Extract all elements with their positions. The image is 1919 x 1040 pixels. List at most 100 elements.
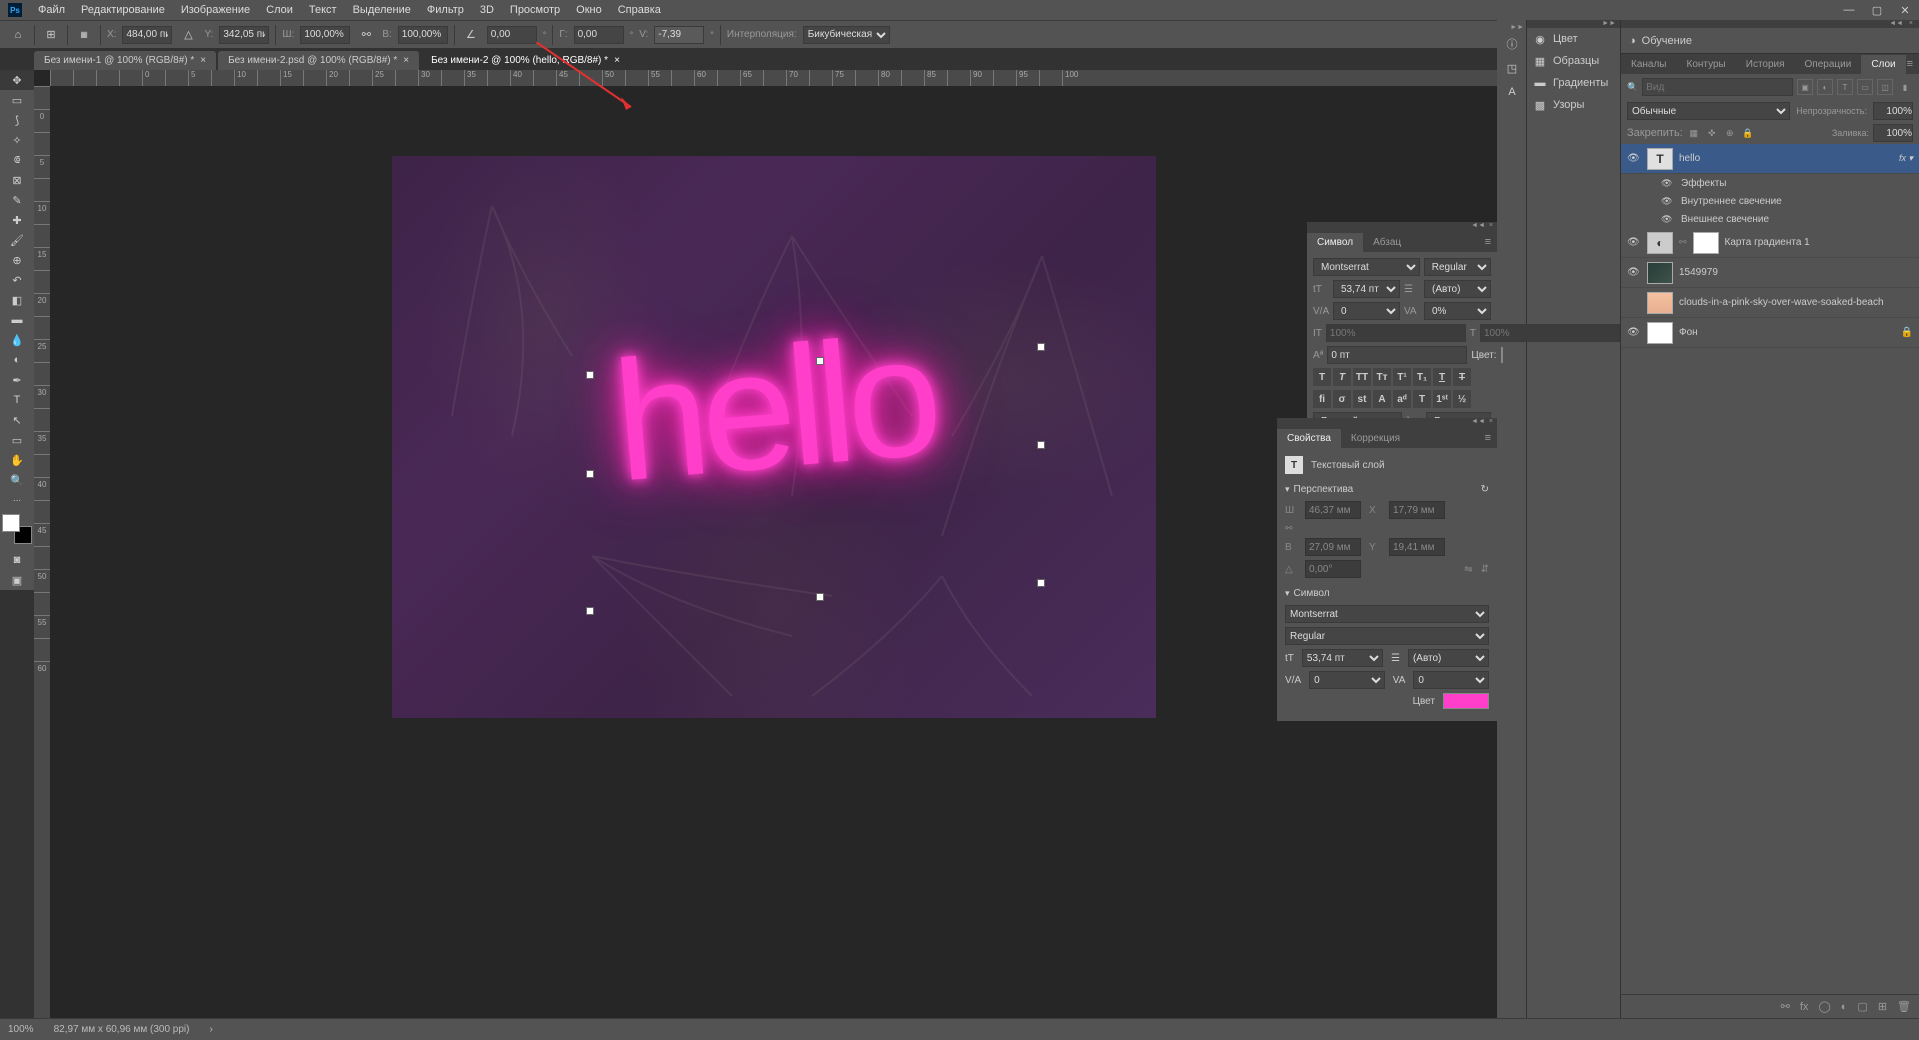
font-family-select[interactable]: Montserrat [1313, 258, 1420, 276]
lock-all-icon[interactable]: 🔒 [1741, 126, 1755, 140]
titling-button[interactable]: A [1373, 390, 1391, 408]
adjustment-layer-icon[interactable]: ◐ [1841, 1001, 1848, 1013]
doc-tab-2[interactable]: Без имени-2.psd @ 100% (RGB/8#) *× [218, 51, 419, 70]
strikethrough-button[interactable]: T [1453, 368, 1471, 386]
filter-toggle-icon[interactable]: ▮ [1897, 79, 1913, 95]
prop-size-input[interactable]: 53,74 пт [1302, 649, 1383, 667]
panel-menu-icon[interactable]: ≡ [1485, 432, 1497, 444]
document-dimensions[interactable]: 82,97 мм x 60,96 мм (300 ppi) [54, 1024, 190, 1035]
link-icon[interactable]: ⚯ [356, 25, 376, 45]
tab-actions[interactable]: Операции [1795, 55, 1862, 74]
layer-row[interactable]: 👁 T hello fx ▾ [1621, 144, 1919, 174]
transform-section-header[interactable]: ▾Перспектива ↻ [1285, 484, 1489, 495]
hand-tool[interactable]: ✋ [0, 450, 34, 470]
hskew-input[interactable] [574, 26, 624, 44]
link-layers-icon[interactable]: ⚯ [1781, 1000, 1790, 1013]
layer-effect-item[interactable]: 👁 Внутреннее свечение [1621, 192, 1919, 210]
layer-row[interactable]: clouds-in-a-pink-sky-over-wave-soaked-be… [1621, 288, 1919, 318]
prop-h-input[interactable] [1305, 538, 1361, 556]
dodge-tool[interactable]: ◐ [0, 350, 34, 370]
menu-3d[interactable]: 3D [472, 1, 502, 19]
learn-panel-button[interactable]: ◑ Обучение [1621, 28, 1919, 54]
layer-thumbnail[interactable] [1647, 262, 1673, 284]
underline-button[interactable]: T [1433, 368, 1451, 386]
filter-adjust-icon[interactable]: ◐ [1817, 79, 1833, 95]
history-brush-tool[interactable]: ↶ [0, 270, 34, 290]
italic-button[interactable]: T [1333, 368, 1351, 386]
prop-angle-input[interactable] [1305, 560, 1361, 578]
menu-select[interactable]: Выделение [345, 1, 419, 19]
stamp-tool[interactable]: ⊕ [0, 250, 34, 270]
prop-kerning-input[interactable]: 0 [1413, 671, 1489, 689]
pen-tool[interactable]: ✒ [0, 370, 34, 390]
panel-menu-icon[interactable]: ≡ [1907, 58, 1919, 70]
blur-tool[interactable]: 💧 [0, 330, 34, 350]
layer-row[interactable]: 👁 1549979 [1621, 258, 1919, 288]
tab-character[interactable]: Символ [1307, 233, 1363, 252]
text-tool[interactable]: T [0, 390, 34, 410]
layer-name[interactable]: 1549979 [1679, 267, 1913, 278]
delete-layer-icon[interactable]: 🗑 [1897, 1000, 1911, 1013]
menu-layers[interactable]: Слои [258, 1, 301, 19]
prop-color-swatch[interactable] [1443, 693, 1489, 709]
frame-tool[interactable]: ⊠ [0, 170, 34, 190]
visibility-icon[interactable]: 👁 [1661, 214, 1675, 225]
prop-w-input[interactable] [1305, 501, 1361, 519]
navigator-icon[interactable]: ◳ [1497, 56, 1527, 80]
lock-pixels-icon[interactable]: ▦ [1687, 126, 1701, 140]
minimize-icon[interactable]: — [1835, 0, 1863, 20]
vscale-input[interactable] [1326, 324, 1466, 342]
info-icon[interactable]: ⓘ [1497, 32, 1527, 56]
x-input[interactable] [122, 26, 172, 44]
layer-thumbnail[interactable] [1647, 322, 1673, 344]
baseline-input[interactable] [1327, 346, 1467, 364]
color-swatches[interactable] [2, 514, 32, 544]
layer-search-input[interactable] [1642, 78, 1793, 96]
angle-input[interactable] [487, 26, 537, 44]
menu-file[interactable]: Файл [30, 1, 73, 19]
transform-bounding-box[interactable] [590, 375, 1041, 611]
menu-view[interactable]: Просмотр [502, 1, 568, 19]
layer-effect-item[interactable]: 👁 Внешнее свечение [1621, 210, 1919, 228]
h-input[interactable] [398, 26, 448, 44]
layer-name[interactable]: hello [1679, 153, 1893, 164]
layer-thumbnail[interactable]: T [1647, 148, 1673, 170]
heal-tool[interactable]: ✚ [0, 210, 34, 230]
y-input[interactable] [219, 26, 269, 44]
visibility-icon[interactable]: 👁 [1627, 237, 1641, 248]
smallcaps-button[interactable]: Tᴛ [1373, 368, 1391, 386]
filter-shape-icon[interactable]: ▭ [1857, 79, 1873, 95]
reference-point-icon[interactable]: ▦ [74, 25, 94, 45]
panel-collapse-bar[interactable]: ◄◄ × [1307, 222, 1497, 232]
eyedropper-tool[interactable]: ✎ [0, 190, 34, 210]
doc-tab-1[interactable]: Без имени-1 @ 100% (RGB/8#) *× [34, 51, 216, 70]
tab-properties[interactable]: Свойства [1277, 429, 1341, 448]
fill-input[interactable] [1873, 124, 1913, 142]
edit-toolbar[interactable]: ⋯ [0, 490, 34, 510]
allcaps-button[interactable]: TT [1353, 368, 1371, 386]
new-layer-icon[interactable]: ⊞ [1878, 1000, 1887, 1013]
close-icon[interactable]: × [403, 55, 409, 66]
move-tool[interactable]: ✥ [0, 70, 34, 90]
prop-style-select[interactable]: Regular [1285, 627, 1489, 645]
lock-artboard-icon[interactable]: ⊕ [1723, 126, 1737, 140]
wand-tool[interactable]: ✧ [0, 130, 34, 150]
swash-button[interactable]: T [1413, 390, 1431, 408]
visibility-icon[interactable]: 👁 [1627, 153, 1641, 164]
layer-row[interactable]: 👁 ◐ ⚯ Карта градиента 1 [1621, 228, 1919, 258]
layer-name[interactable]: clouds-in-a-pink-sky-over-wave-soaked-be… [1679, 297, 1913, 308]
prop-y-input[interactable] [1389, 538, 1445, 556]
layer-name[interactable]: Фон [1679, 327, 1895, 338]
swatches-panel-button[interactable]: ▦ Образцы [1527, 50, 1620, 72]
zoom-tool[interactable]: 🔍 [0, 470, 34, 490]
panel-menu-icon[interactable]: ≡ [1485, 236, 1497, 248]
text-color-swatch[interactable] [1501, 347, 1503, 363]
home-icon[interactable]: ⌂ [8, 25, 28, 45]
blend-mode-select[interactable]: Обычные [1627, 102, 1790, 120]
superscript-button[interactable]: T¹ [1393, 368, 1411, 386]
ligature-button[interactable]: fi [1313, 390, 1331, 408]
interp-select[interactable]: Бикубическая [803, 26, 890, 44]
flip-v-icon[interactable]: ⇵ [1481, 564, 1489, 575]
zoom-level[interactable]: 100% [8, 1024, 34, 1035]
group-icon[interactable]: ▢ [1857, 1000, 1867, 1013]
